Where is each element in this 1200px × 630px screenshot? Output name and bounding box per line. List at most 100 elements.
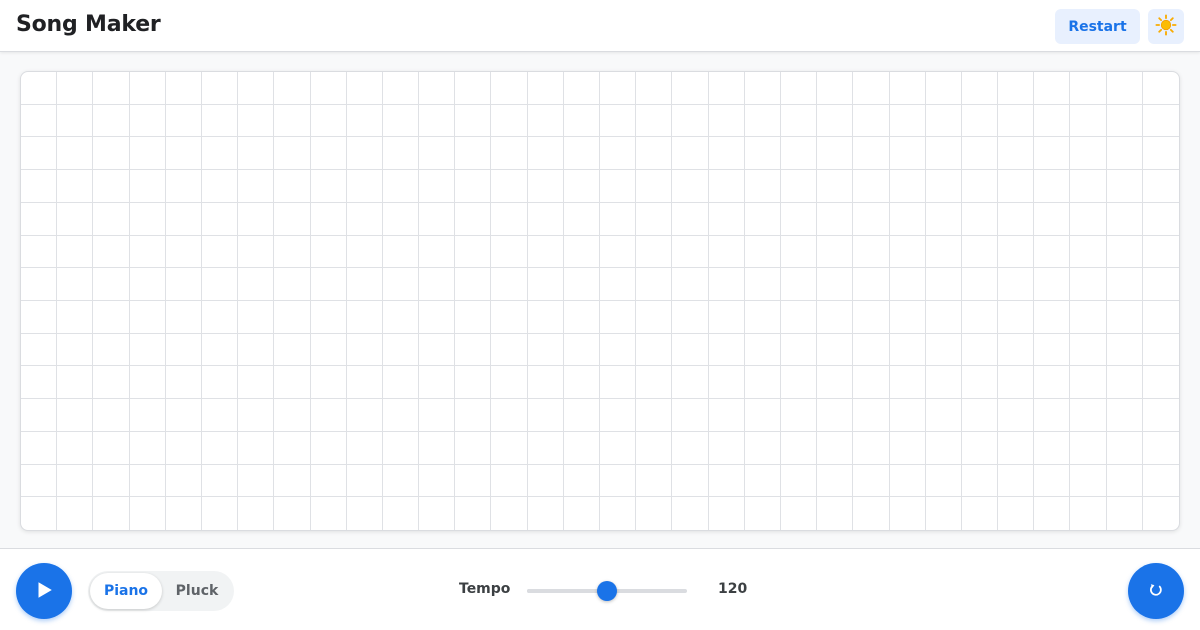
grid-cell[interactable] [1070,268,1107,301]
grid-cell[interactable] [600,431,637,465]
grid-cell[interactable] [998,399,1035,432]
grid-cell[interactable] [21,235,58,269]
grid-cell[interactable] [780,333,818,367]
grid-cell[interactable] [817,170,854,203]
grid-cell[interactable] [563,170,600,203]
grid-cell[interactable] [780,137,818,171]
grid-cell[interactable] [93,137,130,171]
grid-cell[interactable] [527,72,564,105]
grid-cell[interactable] [1070,235,1107,269]
grid-cell[interactable] [1142,203,1179,236]
grid-cell[interactable] [1106,137,1143,171]
grid-cell[interactable] [600,301,637,334]
grid-cell[interactable] [93,399,130,432]
grid-cell[interactable] [708,137,745,171]
grid-cell[interactable] [636,202,673,236]
grid-cell[interactable] [310,170,347,203]
grid-cell[interactable] [346,268,383,301]
grid-cell[interactable] [346,333,383,367]
grid-cell[interactable] [21,137,58,171]
grid-cell[interactable] [780,104,818,138]
grid-cell[interactable] [961,301,999,334]
grid-cell[interactable] [57,431,94,465]
grid-cell[interactable] [889,202,926,236]
grid-cell[interactable] [382,268,420,301]
grid-cell[interactable] [600,202,637,236]
grid-cell[interactable] [455,399,492,432]
grid-cell[interactable] [165,72,202,105]
tempo-slider[interactable] [527,579,687,603]
grid-cell[interactable] [57,464,94,498]
grid-cell[interactable] [563,464,600,498]
grid-cell[interactable] [961,399,999,432]
grid-cell[interactable] [744,268,781,301]
grid-cell[interactable] [1142,399,1179,432]
grid-cell[interactable] [238,497,275,530]
grid-cell[interactable] [382,72,420,105]
grid-cell[interactable] [889,235,926,269]
grid-cell[interactable] [21,464,58,498]
grid-cell[interactable] [817,497,854,530]
grid-cell[interactable] [998,202,1035,236]
grid-cell[interactable] [998,431,1035,465]
grid-cell[interactable] [527,464,564,498]
grid-cell[interactable] [238,333,275,367]
grid-cell[interactable] [491,301,528,334]
grid-cell[interactable] [382,170,420,203]
grid-cell[interactable] [1034,268,1071,301]
grid-cell[interactable] [817,399,854,432]
grid-cell[interactable] [998,497,1035,530]
grid-cell[interactable] [563,301,600,334]
grid-cell[interactable] [672,333,709,367]
grid-cell[interactable] [745,497,781,530]
grid-cell[interactable] [1142,432,1179,465]
grid-cell[interactable] [346,72,383,105]
grid-cell[interactable] [21,104,58,138]
grid-cell[interactable] [527,235,564,269]
grid-cell[interactable] [961,104,999,138]
grid-cell[interactable] [744,464,781,498]
grid-cell[interactable] [238,104,275,138]
grid-cell[interactable] [455,170,492,203]
grid-cell[interactable] [419,235,456,269]
grid-cell[interactable] [455,202,492,236]
grid-cell[interactable] [744,366,781,400]
grid-cell[interactable] [563,235,600,269]
grid-cell[interactable] [382,464,420,498]
grid-cell[interactable] [817,301,854,334]
grid-cell[interactable] [998,301,1035,334]
grid-cell[interactable] [346,366,383,400]
grid-cell[interactable] [129,72,166,105]
grid-cell[interactable] [781,497,818,530]
grid-cell[interactable] [1070,464,1107,498]
grid-cell[interactable] [491,399,528,432]
grid-cell[interactable] [57,202,94,236]
grid-cell[interactable] [1070,301,1107,334]
grid-cell[interactable] [744,333,781,367]
grid-cell[interactable] [21,399,58,432]
grid-cell[interactable] [1034,497,1071,530]
grid-cell[interactable] [961,366,999,400]
grid-cell[interactable] [21,333,58,367]
grid-cell[interactable] [527,399,564,432]
grid-cell[interactable] [21,72,58,105]
grid-cell[interactable] [93,268,130,301]
grid-cell[interactable] [527,268,564,301]
grid-cell[interactable] [274,366,311,400]
grid-cell[interactable] [238,464,275,498]
grid-cell[interactable] [419,202,456,236]
grid-cell[interactable] [238,202,275,236]
grid-cell[interactable] [672,72,709,105]
grid-cell[interactable] [491,104,528,138]
grid-cell[interactable] [527,301,564,334]
grid-cell[interactable] [165,235,202,269]
grid-cell[interactable] [708,464,745,498]
grid-cell[interactable] [926,497,962,530]
grid-cell[interactable] [889,399,926,432]
grid-cell[interactable] [780,170,818,203]
grid-cell[interactable] [853,333,890,367]
grid-cell[interactable] [1034,72,1071,105]
grid-cell[interactable] [636,399,673,432]
grid-cell[interactable] [238,170,275,203]
grid-cell[interactable] [744,137,781,171]
